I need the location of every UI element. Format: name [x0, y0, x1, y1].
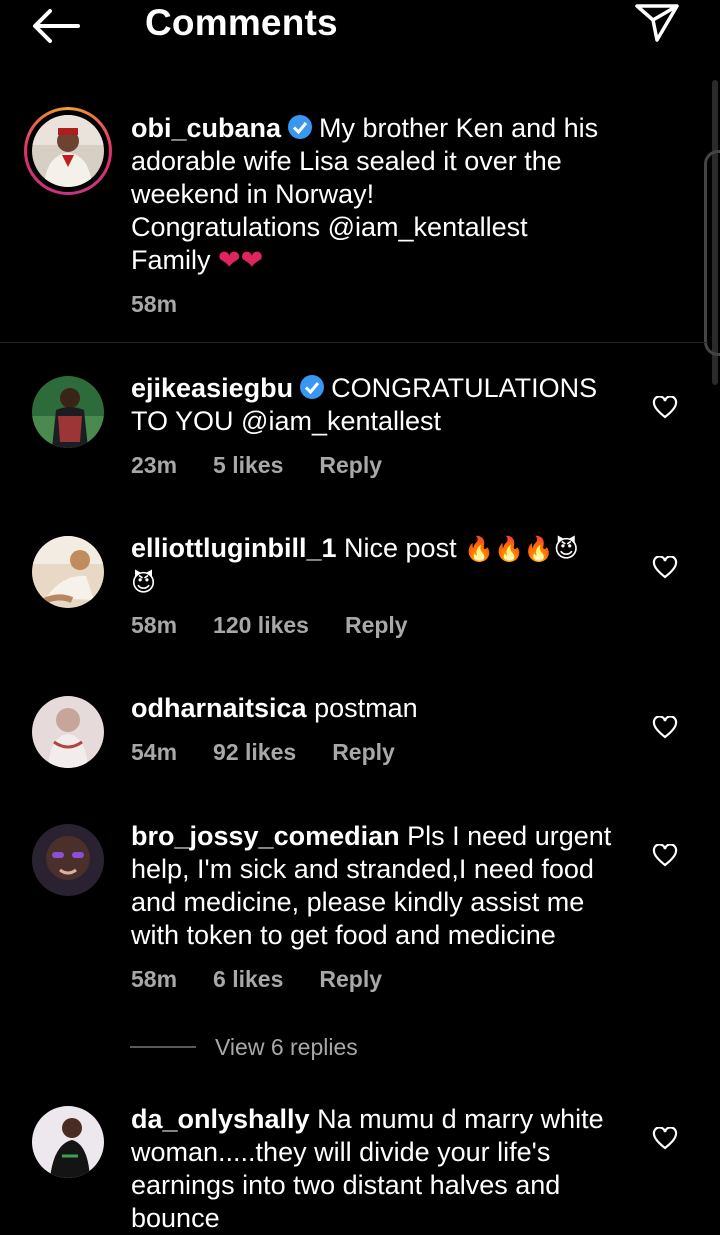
comment-text: da_onlyshally Na mumu d marry white woma…: [131, 1104, 604, 1233]
comment-meta: 58m 6 likes Reply: [131, 966, 418, 993]
header-bar: Comments: [0, 0, 720, 60]
reply-button[interactable]: Reply: [319, 966, 382, 992]
view-replies-button[interactable]: View 6 replies: [215, 1034, 358, 1061]
comment-meta: 54m 92 likes Reply: [131, 739, 431, 766]
reply-button[interactable]: Reply: [332, 739, 395, 765]
scroll-handle[interactable]: [704, 150, 720, 356]
divider: [0, 342, 708, 343]
send-icon[interactable]: [633, 0, 681, 44]
avatar[interactable]: [32, 1106, 104, 1178]
comment-likes[interactable]: 120 likes: [213, 612, 309, 638]
replies-divider: [130, 1046, 196, 1048]
avatar[interactable]: [32, 115, 104, 187]
like-heart-icon[interactable]: [652, 556, 678, 580]
comment-time: 23m: [131, 452, 178, 478]
like-heart-icon[interactable]: [652, 844, 678, 868]
comment-meta: 58m 120 likes Reply: [131, 612, 444, 639]
red-heart-emojis: ❤❤: [218, 245, 264, 275]
caption-meta: 58m: [131, 291, 213, 318]
like-heart-icon[interactable]: [652, 716, 678, 740]
reply-button[interactable]: Reply: [345, 612, 408, 638]
comment-text: bro_jossy_comedian Pls I need urgent hel…: [131, 821, 612, 950]
caption-text: obi_cubana My brother Ken and his adorabl…: [131, 113, 599, 275]
comment-username[interactable]: bro_jossy_comedian: [131, 821, 400, 851]
comment-text: ejikeasiegbu CONGRATULATIONS TO YOU @iam_…: [131, 373, 598, 436]
verified-badge-icon: [300, 375, 325, 399]
comment-time: 54m: [131, 739, 178, 765]
devil-emoji: 😈: [131, 569, 157, 597]
reply-button[interactable]: Reply: [319, 452, 382, 478]
comment-time: 58m: [131, 966, 178, 992]
comment-username[interactable]: elliottluginbill_1: [131, 533, 337, 563]
comment-username[interactable]: da_onlyshally: [131, 1104, 310, 1134]
comment-text: elliottluginbill_1 Nice post 🔥🔥🔥😈 😈: [131, 533, 579, 597]
caption-username[interactable]: obi_cubana: [131, 113, 281, 143]
fire-devil-emojis: 🔥🔥🔥😈: [464, 535, 579, 563]
back-arrow-icon[interactable]: [30, 6, 82, 46]
comment-username[interactable]: odharnaitsica: [131, 693, 307, 723]
comment-text: odharnaitsica postman: [131, 693, 418, 723]
caption-time: 58m: [131, 291, 178, 317]
comment-meta: 23m 5 likes Reply: [131, 452, 418, 479]
avatar[interactable]: [32, 376, 104, 448]
comment-time: 58m: [131, 612, 178, 638]
story-ring-avatar[interactable]: [24, 107, 112, 195]
like-heart-icon[interactable]: [652, 396, 678, 420]
avatar[interactable]: [32, 536, 104, 608]
comment-likes[interactable]: 6 likes: [213, 966, 283, 992]
avatar[interactable]: [32, 696, 104, 768]
avatar[interactable]: [32, 824, 104, 896]
comment-likes[interactable]: 5 likes: [213, 452, 283, 478]
like-heart-icon[interactable]: [652, 1127, 678, 1151]
page-title: Comments: [145, 2, 338, 43]
comment-likes[interactable]: 92 likes: [213, 739, 296, 765]
verified-badge-icon: [288, 115, 313, 139]
comment-username[interactable]: ejikeasiegbu: [131, 373, 293, 403]
